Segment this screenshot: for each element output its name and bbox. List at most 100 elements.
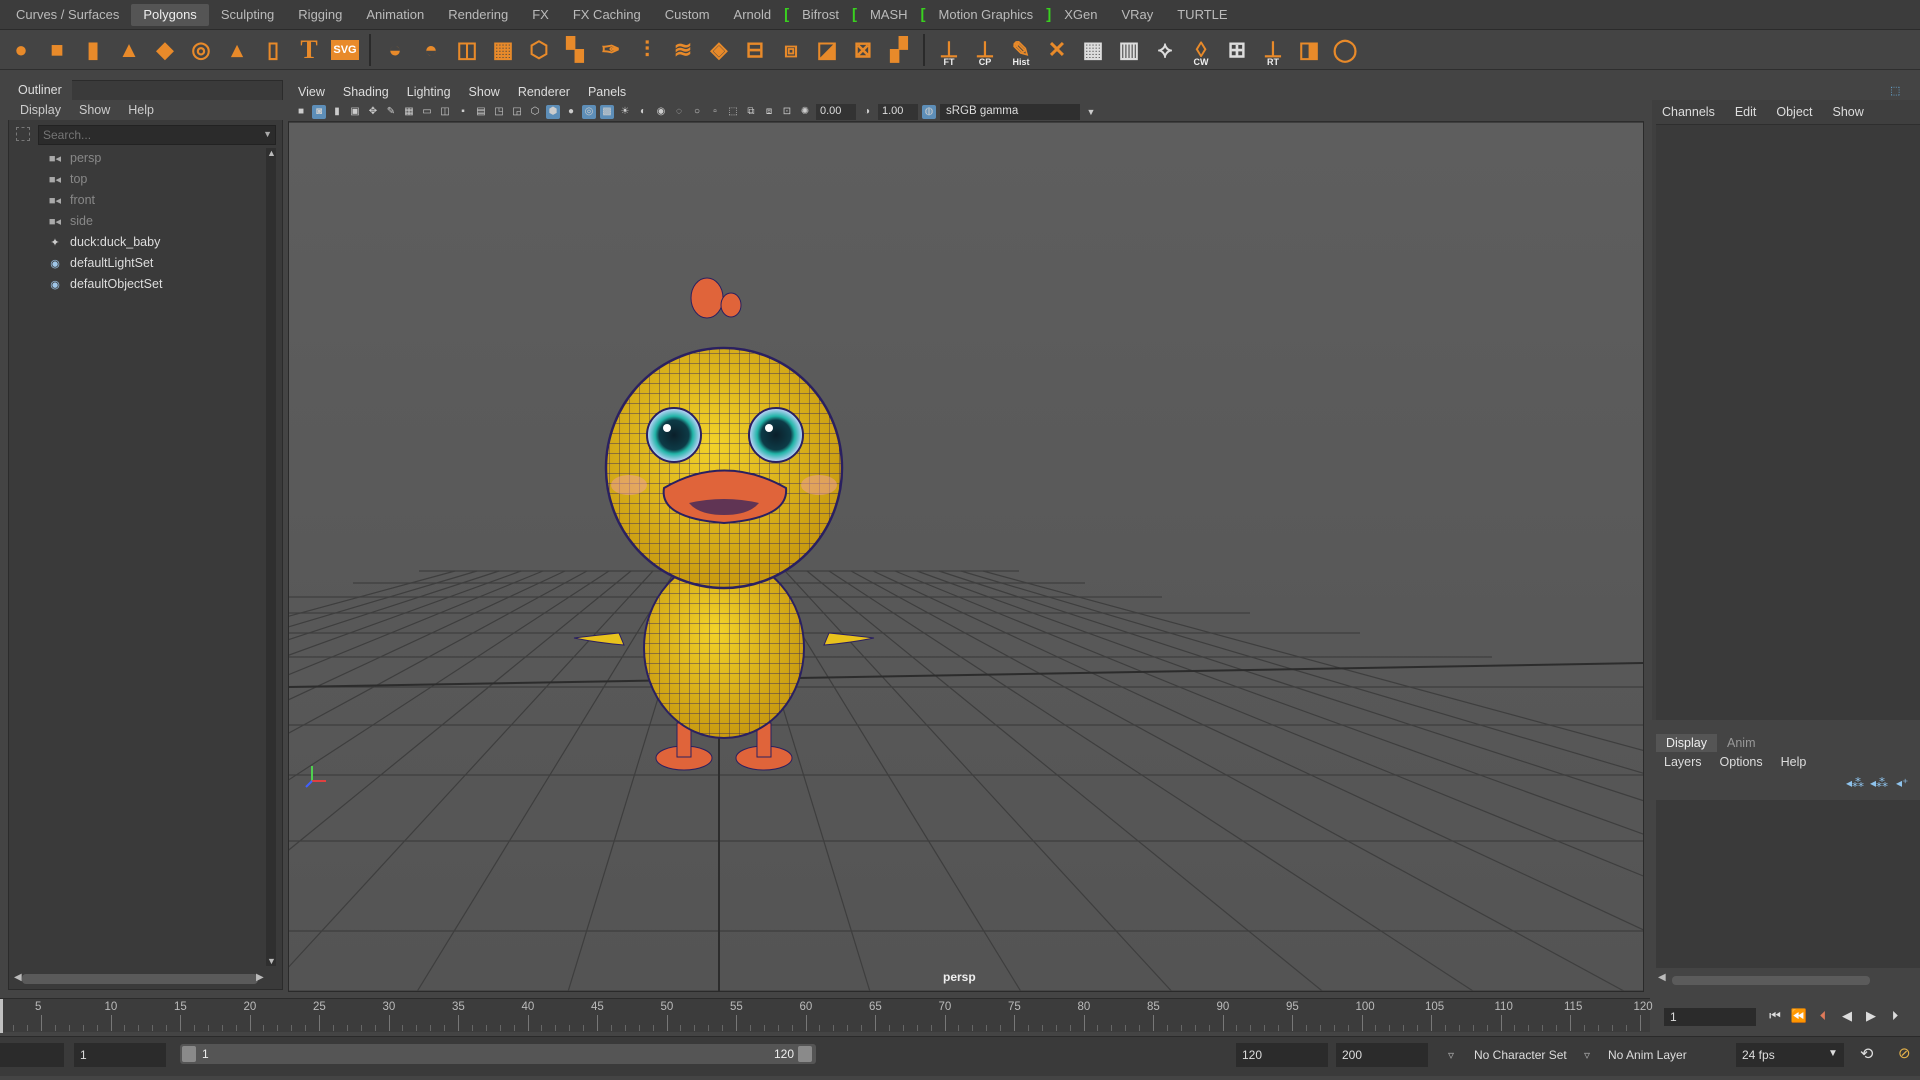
time-slider[interactable]: 5 10 15 20 25 30 35 40 45 50 55 60 65 70 75 80 85 90 95 100… xyxy=(0,998,1653,1033)
step-back-frame-icon[interactable]: ⏴ xyxy=(1814,1007,1832,1025)
shelf-tab-curves-surfaces[interactable]: Curves / Surfaces xyxy=(4,4,131,26)
shelf-tab-vray[interactable]: VRay xyxy=(1109,4,1165,26)
move-layer-up-icon[interactable]: ◂⁂ xyxy=(1846,776,1864,790)
offset-edge-loop-icon[interactable]: ≋ xyxy=(668,34,698,66)
image-plane-icon[interactable]: ▣ xyxy=(348,105,362,119)
layer-menu-layers[interactable]: Layers xyxy=(1664,755,1702,769)
viewport-menu-panels[interactable]: Panels xyxy=(588,85,626,99)
xray-joints-icon[interactable]: ⧈ xyxy=(762,105,776,119)
step-back-key-icon[interactable]: ⏪ xyxy=(1790,1007,1808,1025)
field-chart-icon[interactable]: ▤ xyxy=(474,105,488,119)
target-weld-icon[interactable]: ⧈ xyxy=(776,34,806,66)
smooth-shade-icon[interactable]: ⬢ xyxy=(546,104,560,119)
chevron-down-icon[interactable]: ▼ xyxy=(1828,1048,1838,1059)
smooth-icon[interactable]: ▦ xyxy=(488,34,518,66)
anim-layer-menu-icon[interactable]: ▿ xyxy=(1584,1048,1590,1062)
shelf-tab-arnold[interactable]: Arnold xyxy=(722,4,784,26)
extrude-icon[interactable]: ⬡ xyxy=(524,34,554,66)
poly-cone-icon[interactable]: ▲ xyxy=(114,34,144,66)
lasso-icon[interactable]: ◯ xyxy=(1330,34,1360,66)
character-set-menu-icon[interactable]: ▿ xyxy=(1448,1048,1454,1062)
multi-cut-icon[interactable]: ✑ xyxy=(596,34,626,66)
bridge-icon[interactable]: ▚ xyxy=(560,34,590,66)
snap-icon[interactable]: ⟡ xyxy=(1150,34,1180,66)
depth-of-field-icon[interactable]: ▫ xyxy=(708,105,722,119)
viewport-menu-view[interactable]: View xyxy=(298,85,325,99)
play-backwards-icon[interactable]: ◀ xyxy=(1838,1007,1856,1025)
bevel-icon[interactable]: ◈ xyxy=(704,34,734,66)
checker-icon[interactable]: ⊞ xyxy=(1222,34,1252,66)
uv-grid-icon[interactable]: ▦ xyxy=(1078,34,1108,66)
outliner-menu-show[interactable]: Show xyxy=(79,103,110,117)
layer-menu-options[interactable]: Options xyxy=(1720,755,1763,769)
separate-icon[interactable]: ◓ xyxy=(416,34,446,66)
color-management-icon[interactable]: ◍ xyxy=(922,104,936,119)
channels-menu-show[interactable]: Show xyxy=(1833,105,1864,119)
outliner-item[interactable]: ◉ defaultLightSet xyxy=(48,253,153,273)
shelf-tab-bifrost[interactable]: Bifrost xyxy=(790,4,851,26)
shadows-icon[interactable]: ◐ xyxy=(636,105,650,119)
channel-box-toggle-icon[interactable]: ⬚ xyxy=(1890,84,1900,97)
anti-aliasing-icon[interactable]: ○ xyxy=(690,105,704,119)
fill-hole-icon[interactable]: ◪ xyxy=(812,34,842,66)
bookmark-icon[interactable]: ▮ xyxy=(330,105,344,119)
shelf-tab-animation[interactable]: Animation xyxy=(354,4,436,26)
exposure-field[interactable]: 0.00 xyxy=(816,103,856,120)
outliner-menu-display[interactable]: Display xyxy=(20,103,61,117)
new-layer-icon[interactable]: ◂⁺ xyxy=(1896,776,1908,790)
ambient-occlusion-icon[interactable]: ◉ xyxy=(654,105,668,119)
scroll-up-icon[interactable]: ▲ xyxy=(267,148,276,158)
viewport-menu-renderer[interactable]: Renderer xyxy=(518,85,570,99)
outliner-vertical-scrollbar[interactable]: ▲ ▼ xyxy=(266,148,276,966)
shelf-tab-rendering[interactable]: Rendering xyxy=(436,4,520,26)
outliner-item[interactable]: ■◂ persp xyxy=(48,148,101,168)
range-blank-field[interactable] xyxy=(0,1043,64,1067)
filter-icon[interactable] xyxy=(16,127,30,141)
current-time-indicator[interactable] xyxy=(0,999,3,1033)
chevron-down-icon[interactable]: ▼ xyxy=(1084,105,1098,119)
outliner-menu-help[interactable]: Help xyxy=(128,103,154,117)
gamma-field[interactable]: 1.00 xyxy=(878,103,918,120)
grid-icon[interactable]: ▦ xyxy=(402,105,416,119)
range-start-handle[interactable] xyxy=(182,1046,196,1062)
safe-action-icon[interactable]: ◳ xyxy=(492,105,506,119)
move-layer-down-icon[interactable]: ◂⁂ xyxy=(1870,776,1888,790)
current-frame-field[interactable]: 1 xyxy=(1664,1008,1756,1026)
shelf-tab-fx-caching[interactable]: FX Caching xyxy=(561,4,653,26)
shelf-tab-polygons[interactable]: Polygons xyxy=(131,3,209,26)
viewport-menu-lighting[interactable]: Lighting xyxy=(407,85,451,99)
lights-icon[interactable]: ☀ xyxy=(618,105,632,119)
insert-edge-loop-icon[interactable]: ⫶ xyxy=(632,34,662,66)
poly-sphere-icon[interactable]: ● xyxy=(6,34,36,66)
outliner-item[interactable]: ◉ defaultObjectSet xyxy=(48,274,162,294)
range-start-field[interactable]: 1 xyxy=(74,1043,166,1067)
shelf-tab-xgen[interactable]: XGen xyxy=(1052,4,1109,26)
shelf-tab-custom[interactable]: Custom xyxy=(653,4,722,26)
center-pivot-icon[interactable]: ⊥ CP xyxy=(970,34,1000,67)
delete-icon[interactable]: ✕ xyxy=(1042,34,1072,66)
color-space-dropdown[interactable]: sRGB gamma xyxy=(940,103,1080,120)
layer-menu-help[interactable]: Help xyxy=(1781,755,1807,769)
grease-pencil-icon[interactable]: ✎ xyxy=(384,105,398,119)
uv-editor-icon[interactable]: ▥ xyxy=(1114,34,1144,66)
xray-icon[interactable]: ⧉ xyxy=(744,105,758,119)
combine-icon[interactable]: ◒ xyxy=(380,34,410,66)
rt-icon[interactable]: ⊥ RT xyxy=(1258,34,1288,67)
character-set-dropdown[interactable]: No Character Set xyxy=(1468,1043,1578,1067)
default-material-icon[interactable]: ● xyxy=(564,105,578,119)
go-to-start-icon[interactable]: ⏮ xyxy=(1766,1007,1784,1025)
viewport-menu-shading[interactable]: Shading xyxy=(343,85,389,99)
poly-pipe-icon[interactable]: ▯ xyxy=(258,34,288,66)
poly-text-icon[interactable]: T xyxy=(294,34,324,66)
scroll-down-icon[interactable]: ▼ xyxy=(267,956,276,966)
shelf-tab-mash[interactable]: MASH xyxy=(858,4,920,26)
outliner-horizontal-scrollbar[interactable] xyxy=(22,974,258,984)
shelf-tab-rigging[interactable]: Rigging xyxy=(286,4,354,26)
chevron-down-icon[interactable]: ▼ xyxy=(263,129,272,139)
wireframe-icon[interactable]: ⬡ xyxy=(528,105,542,119)
playback-range-slider[interactable]: 1 120 xyxy=(180,1044,816,1064)
viewport-canvas[interactable] xyxy=(289,123,1643,991)
auto-key-icon[interactable]: ⊘ xyxy=(1898,1044,1911,1062)
select-camera-icon[interactable]: ■ xyxy=(294,105,308,119)
gate-mask-icon[interactable]: ▪ xyxy=(456,105,470,119)
